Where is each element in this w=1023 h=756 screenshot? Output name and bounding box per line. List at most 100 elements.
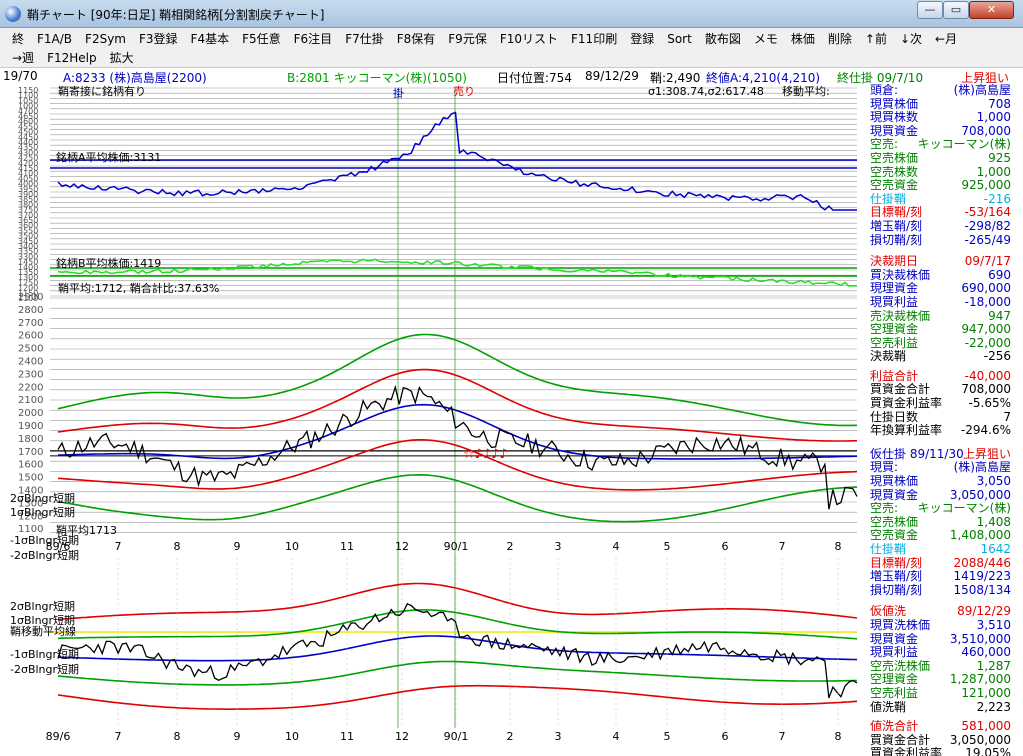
panel3-row: 買資金利益率 -5.65% <box>858 397 1023 411</box>
upper-2sigma-band <box>57 333 858 427</box>
menu-item-row1-10[interactable]: F10リスト <box>500 30 565 50</box>
panel1-header: 頭倉: (株)高島屋 <box>858 84 1023 98</box>
menu-item-row1-7[interactable]: F7仕掛 <box>345 30 391 50</box>
x-axis-label-lower: 9 <box>234 730 241 743</box>
menu-item-row1-8[interactable]: F8保有 <box>397 30 443 50</box>
panel1-row-value: -53/164 <box>964 206 1011 220</box>
panel2-row: 現理資金 690,000 <box>858 282 1023 296</box>
panel3-header-label: 利益合計 <box>870 369 919 383</box>
sigma-label: σ1:308.74,σ2:617.48 <box>648 85 764 98</box>
menu-item-row2-2[interactable]: 拡大 <box>110 49 141 69</box>
panel3-row-label: 年換算利益率 <box>870 424 943 438</box>
menu-item-row1-15[interactable]: メモ <box>754 30 785 50</box>
menu-item-row1-17[interactable]: 削除 <box>828 30 859 50</box>
panel4-row-label: 空売株価 <box>870 515 919 529</box>
panel1-row-value: 708,000 <box>961 124 1011 138</box>
panel3-row-label: 買資金合計 <box>870 383 931 397</box>
panel4-row-label: 現買資金 <box>870 488 919 502</box>
panel4-row-value: (株)高島屋 <box>953 461 1011 475</box>
menu-item-row1-3[interactable]: F3登録 <box>139 30 185 50</box>
panel5-row-label: 空売利益 <box>870 686 919 700</box>
x-axis-label-lower: 11 <box>340 730 354 743</box>
panel2-row-value: -256 <box>983 350 1011 364</box>
menu-item-row1-9[interactable]: F9元保 <box>448 30 494 50</box>
band-label: 2σBlngr短期 <box>10 491 75 505</box>
sell-marker-label: 売り <box>453 85 475 98</box>
menu-item-row2-0[interactable]: →週 <box>12 49 41 69</box>
panel6-header: 値洗合計 581,000 <box>858 720 1023 734</box>
menu-item-row1-1[interactable]: F1A/B <box>37 30 79 50</box>
menu-item-row1-18[interactable]: ↑前 <box>865 30 894 50</box>
panel4-row-value: 1,408 <box>976 515 1011 529</box>
panel6-header-value: 581,000 <box>961 720 1011 734</box>
menu-item-row1-5[interactable]: F5任意 <box>242 30 288 50</box>
panel5-row: 空理資金 1,287,000 <box>858 673 1023 687</box>
axis-tick-label: 1800 <box>18 434 43 445</box>
panel1-row: 損切鞘/刻 -265/49 <box>858 234 1023 248</box>
panel3-row-label: 仕掛日数 <box>870 410 919 424</box>
axis-tick-label: 1500 <box>18 473 43 484</box>
panel4-row: 現買: (株)高島屋 <box>858 461 1023 475</box>
menu-item-row1-0[interactable]: 終 <box>12 30 31 50</box>
panel5-row: 現買資金 3,510,000 <box>858 633 1023 647</box>
upper-1sigma-band-lower <box>57 609 858 640</box>
panel5-header: 仮値洗 89/12/29 <box>858 605 1023 619</box>
panel1-row-value: -298/82 <box>964 219 1011 233</box>
menu-item-row1-11[interactable]: F11印刷 <box>571 30 624 50</box>
panel1-row-value: 925 <box>988 151 1011 165</box>
menu-item-row1-20[interactable]: ←月 <box>935 30 964 50</box>
stock-a-label: A:8233 (株)高島屋(2200) <box>63 71 207 85</box>
axis-tick-label: 2600 <box>18 331 43 342</box>
x-axis-label: 8 <box>174 540 181 553</box>
menu-item-row1-14[interactable]: 散布図 <box>705 30 748 50</box>
menu-item-row1-6[interactable]: F6注目 <box>294 30 340 50</box>
spread-line <box>57 384 858 510</box>
x-axis-label: 9 <box>234 540 241 553</box>
menu-item-row1-16[interactable]: 株価 <box>791 30 822 50</box>
menu-item-row1-13[interactable]: Sort <box>667 30 699 50</box>
menu-item-row1-19[interactable]: ↓次 <box>900 30 929 50</box>
panel5-row-value: 1,287 <box>976 659 1011 673</box>
panel6-row-label: 買資金利益率 <box>870 747 943 756</box>
menu-item-row2-1[interactable]: F12Help <box>47 49 104 69</box>
close-button[interactable]: ✕ <box>969 1 1014 19</box>
panel2-row-value: 947 <box>988 309 1011 323</box>
maximize-button[interactable]: ▭ <box>943 1 969 19</box>
x-axis-label: 12 <box>395 540 409 553</box>
axis-tick-label: 2000 <box>18 408 43 419</box>
panel1-row: 現買資金 708,000 <box>858 125 1023 139</box>
menu-item-row1-4[interactable]: F4基本 <box>191 30 237 50</box>
panel1-row: 目標鞘/刻 -53/164 <box>858 206 1023 220</box>
menu-item-row1-2[interactable]: F2Sym <box>85 30 133 50</box>
minimize-button[interactable]: — <box>917 1 943 19</box>
panel1-row: 仕掛鞘 -216 <box>858 193 1023 207</box>
panel2-row: 買決裁株価 690 <box>858 269 1023 283</box>
panel6-row-label: 買資金合計 <box>870 733 931 747</box>
x-axis-label: 7 <box>115 540 122 553</box>
chart-area[interactable]: 1150 1100 1050 1000 4700 4650 4600 4550 4500 4450… <box>0 68 1023 756</box>
x-axis-label: 11 <box>340 540 354 553</box>
panel5-row-label: 現買資金 <box>870 632 919 646</box>
panel2-header-label: 決裁期日 <box>870 255 919 269</box>
spread-value: 鞘:2,490 <box>650 71 701 85</box>
panel2-row-label: 売決裁株価 <box>870 309 931 323</box>
panel4-header: 仮仕掛 89/11/30 上昇狙い <box>858 448 1023 462</box>
position-panel: 頭倉: (株)高島屋 現買株価 708 現買株数 1,000 現買資金 708,000 空売: キ… <box>858 84 1023 756</box>
panel3-row: 買資金合計 708,000 <box>858 383 1023 397</box>
menu-item-row1-12[interactable]: 登録 <box>630 30 661 50</box>
axis-tick-label: 2300 <box>18 369 43 380</box>
panel1-row: 現買株価 708 <box>858 98 1023 112</box>
panel5-header-label: 仮値洗 <box>870 605 907 619</box>
count-label: 19/70 <box>3 69 38 83</box>
panel2-row: 空売利益 -22,000 <box>858 337 1023 351</box>
panel5-row: 現買洗株価 3,510 <box>858 619 1023 633</box>
axis-tick-label: 2500 <box>18 344 43 355</box>
x-axis-label: 10 <box>285 540 299 553</box>
panel3-row: 年換算利益率 -294.6% <box>858 424 1023 438</box>
panel4-header-value: 上昇狙い <box>962 447 1011 461</box>
x-axis-label: 5 <box>664 540 671 553</box>
moving-average-band-lower <box>57 635 858 662</box>
band-label: 1σBlngr短期 <box>10 505 75 519</box>
panel4-header-label: 仮仕掛 89/11/30 <box>870 447 964 461</box>
band-label-lower: -1σBlngr短期 <box>10 647 79 661</box>
